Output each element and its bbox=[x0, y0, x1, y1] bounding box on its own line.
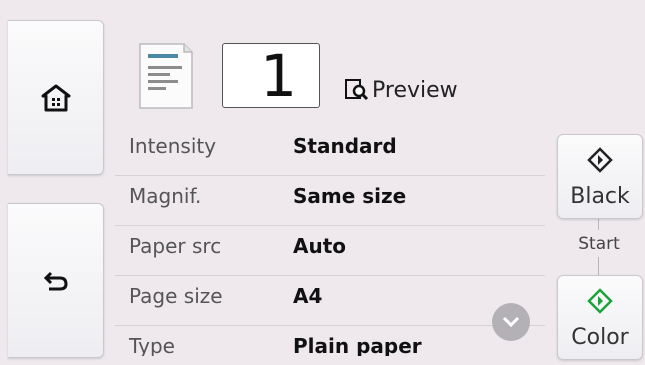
setting-label: Page size bbox=[129, 284, 223, 308]
setting-row-paper-source[interactable]: Paper src Auto bbox=[115, 226, 545, 276]
chevron-down-icon bbox=[502, 316, 520, 328]
setting-label: Paper src bbox=[129, 234, 222, 258]
setting-row-page-size[interactable]: Page size A4 bbox=[115, 276, 545, 326]
start-label: Start bbox=[578, 234, 620, 254]
setting-row-magnification[interactable]: Magnif. Same size bbox=[115, 176, 545, 226]
start-divider-top bbox=[598, 218, 599, 230]
setting-value: Plain paper bbox=[293, 334, 422, 356]
home-icon bbox=[41, 84, 70, 111]
setting-label: Type bbox=[129, 334, 175, 356]
preview-label: Preview bbox=[372, 77, 458, 103]
back-button[interactable] bbox=[8, 203, 104, 358]
setting-label: Magnif. bbox=[129, 184, 202, 208]
start-diamond-icon bbox=[587, 147, 613, 173]
start-color-label: Color bbox=[571, 325, 629, 350]
start-black-button[interactable]: Black bbox=[557, 134, 643, 219]
settings-list: Intensity Standard Magnif. Same size Pap… bbox=[115, 126, 545, 356]
start-diamond-icon bbox=[587, 288, 613, 314]
scroll-down-button[interactable] bbox=[492, 303, 530, 341]
home-button[interactable] bbox=[8, 20, 104, 175]
start-divider-bottom bbox=[598, 257, 599, 275]
setting-value: Same size bbox=[293, 184, 407, 208]
setting-value: Auto bbox=[293, 234, 347, 258]
setting-label: Intensity bbox=[129, 134, 217, 158]
setting-value: Standard bbox=[293, 134, 397, 158]
document-icon[interactable] bbox=[138, 42, 194, 110]
setting-value: A4 bbox=[293, 284, 323, 308]
preview-button[interactable]: Preview bbox=[344, 76, 458, 104]
preview-icon bbox=[345, 79, 369, 101]
setting-row-intensity[interactable]: Intensity Standard bbox=[115, 126, 545, 176]
setting-row-type[interactable]: Type Plain paper bbox=[115, 326, 545, 356]
copy-standby-screen: 1 Preview Intensity Standard Magnif. Sam… bbox=[0, 0, 645, 365]
start-black-label: Black bbox=[570, 184, 630, 209]
start-color-button[interactable]: Color bbox=[557, 275, 643, 360]
back-icon bbox=[43, 271, 68, 290]
copies-count-field[interactable]: 1 bbox=[222, 43, 320, 109]
